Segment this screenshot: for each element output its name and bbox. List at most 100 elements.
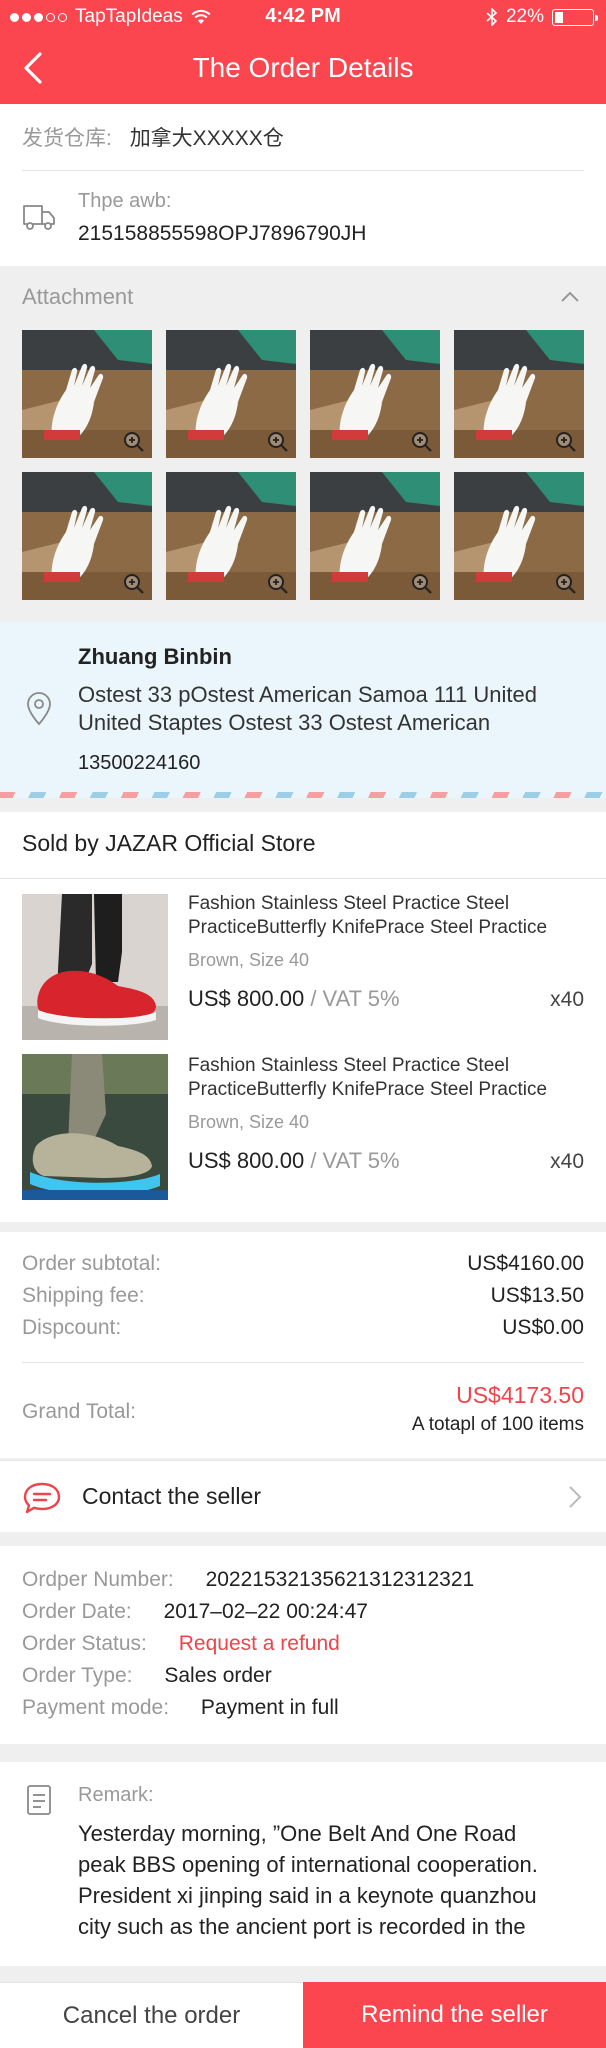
address-section: Zhuang Binbin Ostest 33 pOstest American… xyxy=(0,622,606,798)
location-pin-icon xyxy=(27,692,51,726)
shipping-fee-value: US$13.50 xyxy=(490,1284,584,1307)
product-price-row: US$ 800.00 / VAT 5% xyxy=(188,1148,400,1174)
attachment-thumbnail[interactable] xyxy=(166,472,296,600)
recipient-phone: 13500224160 xyxy=(78,752,201,774)
chat-bubble-icon xyxy=(23,1482,61,1514)
product-quantity: x40 xyxy=(550,1150,584,1173)
product-item[interactable]: Fashion Stainless Steel Practice Steel P… xyxy=(0,892,606,1048)
order-status-label: Order Status: xyxy=(22,1632,147,1655)
attachment-thumbnail[interactable] xyxy=(454,472,584,600)
product-variant: Brown, Size 40 xyxy=(188,1112,310,1132)
product-title-line-2: PracticeButterfly KnifePrace Steel Pract… xyxy=(188,1079,548,1100)
chevron-right-icon xyxy=(569,1486,582,1508)
order-date-value: 2017–02–22 00:24:47 xyxy=(163,1600,368,1623)
order-info: Ordper Number: 20221532135621312312321 O… xyxy=(0,1546,606,1744)
order-number-label: Ordper Number: xyxy=(22,1568,174,1591)
attachment-thumbnail[interactable] xyxy=(454,330,584,458)
summary-divider xyxy=(22,1362,584,1363)
order-type-value: Sales order xyxy=(164,1664,272,1687)
collapse-chevron-icon[interactable] xyxy=(560,290,580,304)
product-image[interactable] xyxy=(22,894,168,1040)
attachment-thumbnail[interactable] xyxy=(22,330,152,458)
cancel-order-button[interactable]: Cancel the order xyxy=(0,1982,303,2048)
items-count: A totapl of 100 items xyxy=(411,1414,584,1435)
warehouse-value: 加拿大XXXXX仓 xyxy=(129,127,284,150)
payment-mode-value: Payment in full xyxy=(200,1696,339,1719)
page-title: The Order Details xyxy=(192,52,414,83)
product-vat: / VAT 5% xyxy=(310,986,400,1011)
grand-total-value: US$4173.50 xyxy=(456,1382,584,1408)
address-line-2: United Staptes Ostest 33 Ostest American xyxy=(78,710,491,735)
grand-total-label: Grand Total: xyxy=(22,1400,137,1423)
envelope-stripe xyxy=(0,792,606,798)
product-variant: Brown, Size 40 xyxy=(188,950,310,970)
document-icon xyxy=(27,1785,51,1815)
zoom-in-icon xyxy=(124,432,144,452)
status-bar: TapTapIdeas 4:42 PM 22% xyxy=(0,0,606,34)
product-title-line-1: Fashion Stainless Steel Practice Steel xyxy=(188,1055,510,1076)
zoom-in-icon xyxy=(412,574,432,594)
product-title: Fashion Stainless Steel Practice Steel P… xyxy=(188,1054,547,1102)
order-date-row: Order Date: 2017–02–22 00:24:47 xyxy=(22,1600,368,1624)
zoom-in-icon xyxy=(268,432,288,452)
address-line-1: Ostest 33 pOstest American Samoa 111 Uni… xyxy=(78,682,537,707)
payment-mode-label: Payment mode: xyxy=(22,1696,170,1719)
remind-seller-button[interactable]: Remind the seller xyxy=(303,1982,606,2048)
remark-section: Remark: Yesterday morning, ”One Belt And… xyxy=(0,1762,606,1966)
product-vat: / VAT 5% xyxy=(310,1148,400,1173)
remark-line: President xi jinping said in a keynote q… xyxy=(78,1883,537,1908)
order-status-row: Order Status: Request a refund xyxy=(22,1632,340,1656)
product-title-line-1: Fashion Stainless Steel Practice Steel xyxy=(188,893,510,914)
order-summary: Order subtotal: US$4160.00 Shipping fee:… xyxy=(0,1232,606,1458)
subtotal-value: US$4160.00 xyxy=(467,1252,584,1275)
attachment-label: Attachment xyxy=(22,284,134,309)
contact-seller-row[interactable]: Contact the seller xyxy=(0,1460,606,1532)
attachment-thumbnail[interactable] xyxy=(310,472,440,600)
nav-bar: The Order Details xyxy=(0,40,606,98)
battery-percent: 22% xyxy=(505,6,544,27)
remark-line: Yesterday morning, ”One Belt And One Roa… xyxy=(78,1821,517,1846)
remark-line: city such as the ancient port is recorde… xyxy=(78,1914,526,1939)
truck-icon xyxy=(23,205,55,230)
order-status-value: Request a refund xyxy=(178,1632,340,1655)
order-number-row: Ordper Number: 20221532135621312312321 xyxy=(22,1568,474,1592)
products-section: Sold by JAZAR Official Store Fashion Sta… xyxy=(0,812,606,1222)
product-price-row: US$ 800.00 / VAT 5% xyxy=(188,986,400,1012)
discount-value: US$0.00 xyxy=(502,1316,584,1339)
bluetooth-icon xyxy=(486,8,498,26)
order-type-row: Order Type: Sales order xyxy=(22,1664,272,1688)
attachment-thumbnail[interactable] xyxy=(166,330,296,458)
awb-label: Thpe awb: xyxy=(78,190,172,212)
awb-number: 215158855598OPJ7896790JH xyxy=(78,222,367,245)
recipient-name: Zhuang Binbin xyxy=(78,644,232,669)
app-header: TapTapIdeas 4:42 PM 22% The Order Detail… xyxy=(0,0,606,104)
battery-icon xyxy=(552,8,598,26)
remark-text: Yesterday morning, ”One Belt And One Roa… xyxy=(78,1818,598,1942)
zoom-in-icon xyxy=(556,432,576,452)
shipping-fee-label: Shipping fee: xyxy=(22,1284,145,1307)
zoom-in-icon xyxy=(124,574,144,594)
order-type-label: Order Type: xyxy=(22,1664,133,1687)
product-price: US$ 800.00 xyxy=(188,986,305,1011)
attachment-thumbnail[interactable] xyxy=(22,472,152,600)
warehouse-label: 发货仓库: xyxy=(22,127,112,150)
remark-line: peak BBS opening of international cooper… xyxy=(78,1852,538,1877)
product-price: US$ 800.00 xyxy=(188,1148,305,1173)
shipping-section: 发货仓库: 加拿大XXXXX仓 Thpe awb: 215158855598OP… xyxy=(0,104,606,266)
attachment-section: Attachment xyxy=(0,266,606,622)
product-quantity: x40 xyxy=(550,988,584,1011)
zoom-in-icon xyxy=(412,432,432,452)
contact-seller-label: Contact the seller xyxy=(82,1483,261,1509)
discount-label: Dispcount: xyxy=(22,1316,122,1339)
order-date-label: Order Date: xyxy=(22,1600,132,1623)
product-item[interactable]: Fashion Stainless Steel Practice Steel P… xyxy=(0,1054,606,1210)
status-right: 22% xyxy=(486,6,598,28)
payment-mode-row: Payment mode: Payment in full xyxy=(22,1696,339,1720)
product-title-line-2: PracticeButterfly KnifePrace Steel Pract… xyxy=(188,917,548,938)
attachment-thumbnail[interactable] xyxy=(310,330,440,458)
product-image[interactable] xyxy=(22,1054,168,1200)
store-name[interactable]: Sold by JAZAR Official Store xyxy=(22,830,316,857)
store-divider xyxy=(0,878,606,879)
warehouse-row: 发货仓库: 加拿大XXXXX仓 xyxy=(22,122,284,152)
shipping-divider xyxy=(22,170,584,171)
